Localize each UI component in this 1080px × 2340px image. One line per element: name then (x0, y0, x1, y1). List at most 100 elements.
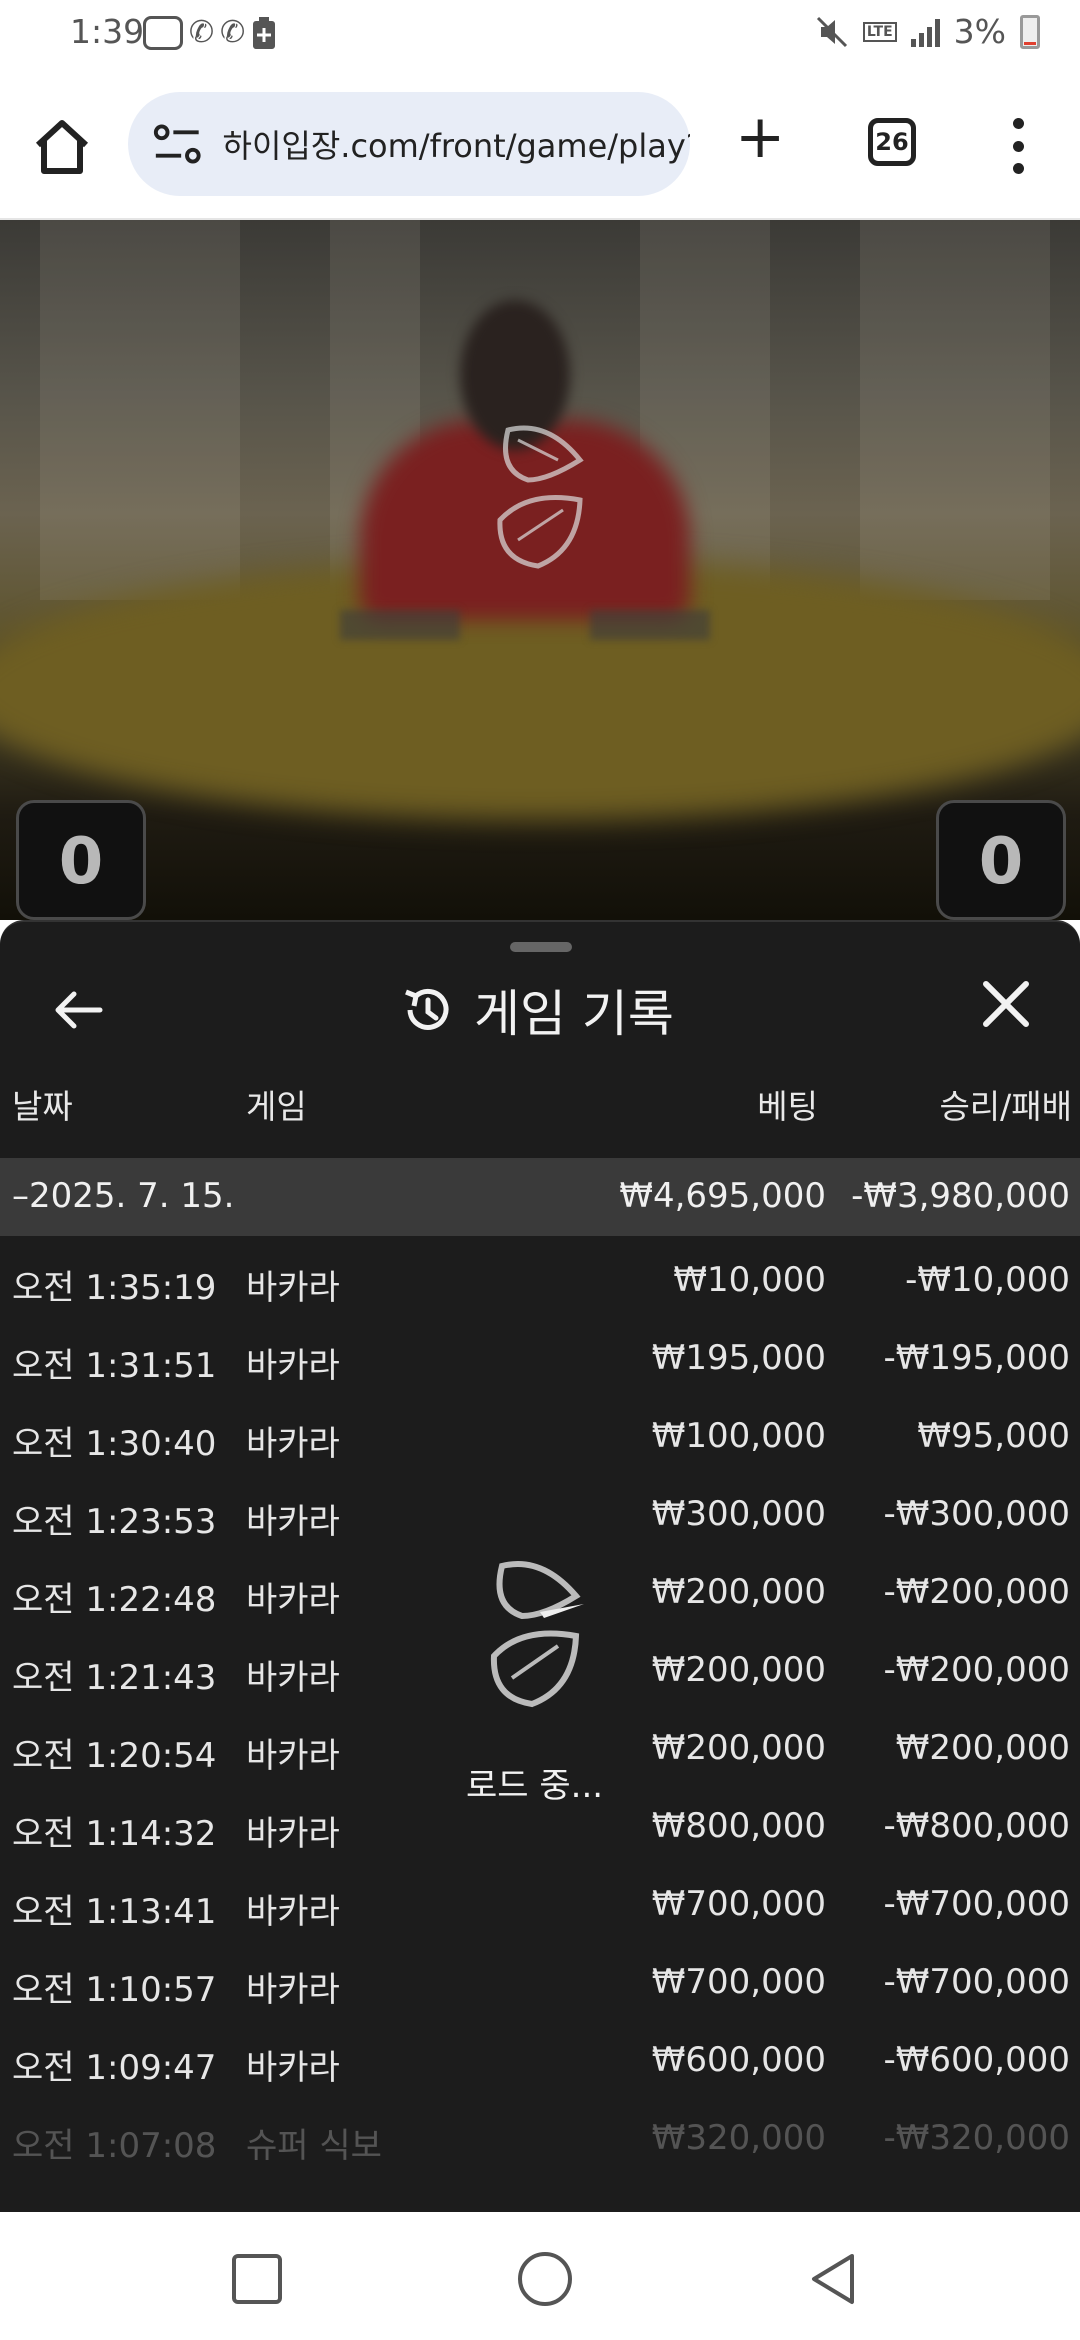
row-result: -₩200,000 (883, 1572, 1071, 1612)
score-left: 0 (16, 800, 146, 920)
date-group-header[interactable]: –2025. 7. 15. ₩4,695,000 -₩3,980,000 (0, 1158, 1080, 1236)
row-bet: ₩200,000 (651, 1572, 826, 1612)
mute-icon (816, 16, 847, 47)
sheet-drag-handle[interactable] (510, 942, 572, 952)
signal-icon (910, 17, 940, 47)
row-result: -₩800,000 (883, 1806, 1071, 1846)
row-result: -₩600,000 (883, 2040, 1071, 2080)
home-circle-icon[interactable] (518, 2252, 572, 2306)
row-bet: ₩700,000 (651, 1962, 826, 2002)
table-row[interactable]: 오전 1:30:40 바카라 ₩100,000 ₩95,000 (0, 1396, 1080, 1474)
row-bet: ₩10,000 (673, 1260, 826, 1300)
row-time: 오전 1:23:53 (12, 1502, 217, 1542)
status-time: 1:39 (70, 12, 145, 51)
score-right: 0 (936, 800, 1066, 920)
row-game: 바카라 (246, 1970, 340, 2010)
row-time: 오전 1:21:43 (12, 1658, 217, 1698)
row-result: ₩95,000 (917, 1416, 1070, 1456)
table-row[interactable]: 오전 1:10:57 바카라 ₩700,000 -₩700,000 (0, 1942, 1080, 2020)
row-game: 바카라 (246, 1658, 340, 1698)
row-game: 바카라 (246, 2048, 340, 2088)
group-result-total: -₩3,980,000 (851, 1176, 1070, 1216)
row-result: -₩700,000 (883, 1884, 1071, 1924)
sheet-title: 게임 기록 (400, 974, 674, 1046)
back-triangle-icon[interactable] (806, 2252, 860, 2306)
table-row[interactable]: 오전 1:31:51 바카라 ₩195,000 -₩195,000 (0, 1318, 1080, 1396)
address-bar[interactable]: 하이입장.com/front/game/play? (128, 92, 690, 196)
row-bet: ₩195,000 (651, 1338, 826, 1378)
row-time: 오전 1:10:57 (12, 1970, 217, 2010)
wifi-call-icon: ✆ (189, 15, 215, 50)
table-row[interactable]: 오전 1:09:47 바카라 ₩600,000 -₩600,000 (0, 2020, 1080, 2098)
row-game: 바카라 (246, 1580, 340, 1620)
row-time: 오전 1:09:47 (12, 2048, 217, 2088)
loading-text: 로드 중... (466, 1766, 604, 1806)
row-game: 바카라 (246, 1424, 340, 1464)
back-arrow-icon[interactable] (48, 980, 108, 1040)
row-bet: ₩700,000 (651, 1884, 826, 1924)
loading-spinner-icon (490, 1561, 584, 1708)
browser-toolbar: 하이입장.com/front/game/play? + 26 (0, 70, 1080, 220)
row-time: 오전 1:35:19 (12, 1268, 217, 1308)
row-game: 바카라 (246, 1502, 340, 1542)
row-result: -₩700,000 (883, 1962, 1071, 2002)
row-game: 바카라 (246, 1892, 340, 1932)
status-icons-right: LTE 3% (815, 12, 1040, 51)
row-time: 오전 1:20:54 (12, 1736, 217, 1776)
lte-icon: LTE (862, 21, 897, 42)
menu-icon[interactable] (1000, 118, 1036, 174)
url-text: 하이입장.com/front/game/play? (222, 127, 690, 165)
row-time: 오전 1:13:41 (12, 1892, 217, 1932)
battery-percent: 3% (953, 12, 1006, 51)
battery-plus-icon (253, 17, 276, 49)
row-bet: ₩200,000 (651, 1728, 826, 1768)
group-bet-total: ₩4,695,000 (619, 1176, 826, 1216)
history-icon (405, 988, 449, 1030)
title-text: 게임 기록 (474, 985, 674, 1043)
column-header-date: 날짜 (12, 1087, 73, 1126)
row-game: 바카라 (246, 1736, 340, 1776)
row-game: 바카라 (246, 1814, 340, 1854)
row-result: -₩195,000 (883, 1338, 1071, 1378)
status-icons-left: ✆ ✆ (143, 16, 277, 50)
row-time: 오전 1:30:40 (12, 1424, 217, 1464)
tabs-icon[interactable]: 26 (868, 118, 916, 166)
row-game: 바카라 (246, 1268, 340, 1308)
row-game: 슈퍼 식보 (246, 2126, 382, 2166)
home-icon[interactable] (30, 115, 94, 179)
group-date: –2025. 7. 15. (12, 1176, 235, 1216)
row-result: -₩10,000 (905, 1260, 1070, 1300)
video-loading-spinner-icon (497, 425, 584, 569)
row-game: 바카라 (246, 1346, 340, 1386)
row-time: 오전 1:22:48 (12, 1580, 217, 1620)
column-header-result: 승리/패배 (939, 1087, 1072, 1126)
status-bar: 1:39 ✆ ✆ LTE 3% (0, 0, 1080, 70)
close-icon[interactable] (980, 978, 1032, 1030)
wifi-call-icon: ✆ (220, 15, 246, 50)
row-bet: ₩800,000 (651, 1806, 826, 1846)
row-time: 오전 1:31:51 (12, 1346, 217, 1386)
column-header-bet: 베팅 (757, 1087, 818, 1126)
table-row[interactable]: 오전 1:35:19 바카라 ₩10,000 -₩10,000 (0, 1240, 1080, 1318)
system-nav-bar (0, 2212, 1080, 2340)
site-settings-icon[interactable] (150, 116, 205, 172)
game-history-sheet: 게임 기록 날짜 게임 베팅 승리/패배 –2025. 7. 15. ₩4,69… (0, 920, 1080, 2212)
battery-icon (1020, 14, 1040, 49)
column-header-game: 게임 (246, 1087, 307, 1126)
carrier-badge-icon (143, 16, 183, 50)
row-result: -₩320,000 (883, 2118, 1071, 2158)
live-video[interactable]: 0 0 (0, 220, 1080, 920)
row-bet: ₩320,000 (651, 2118, 826, 2158)
row-result: ₩200,000 (895, 1728, 1070, 1768)
row-time: 오전 1:07:08 (12, 2126, 217, 2166)
row-bet: ₩600,000 (651, 2040, 826, 2080)
row-result: -₩300,000 (883, 1494, 1071, 1534)
row-bet: ₩300,000 (651, 1494, 826, 1534)
row-bet: ₩100,000 (651, 1416, 826, 1456)
new-tab-icon[interactable]: + (735, 107, 785, 167)
table-row[interactable]: 오전 1:23:53 바카라 ₩300,000 -₩300,000 (0, 1474, 1080, 1552)
table-row[interactable]: 오전 1:07:08 슈퍼 식보 ₩320,000 -₩320,000 (0, 2098, 1080, 2176)
table-row[interactable]: 오전 1:13:41 바카라 ₩700,000 -₩700,000 (0, 1864, 1080, 1942)
row-result: -₩200,000 (883, 1650, 1071, 1690)
recent-apps-icon[interactable] (232, 2254, 282, 2304)
